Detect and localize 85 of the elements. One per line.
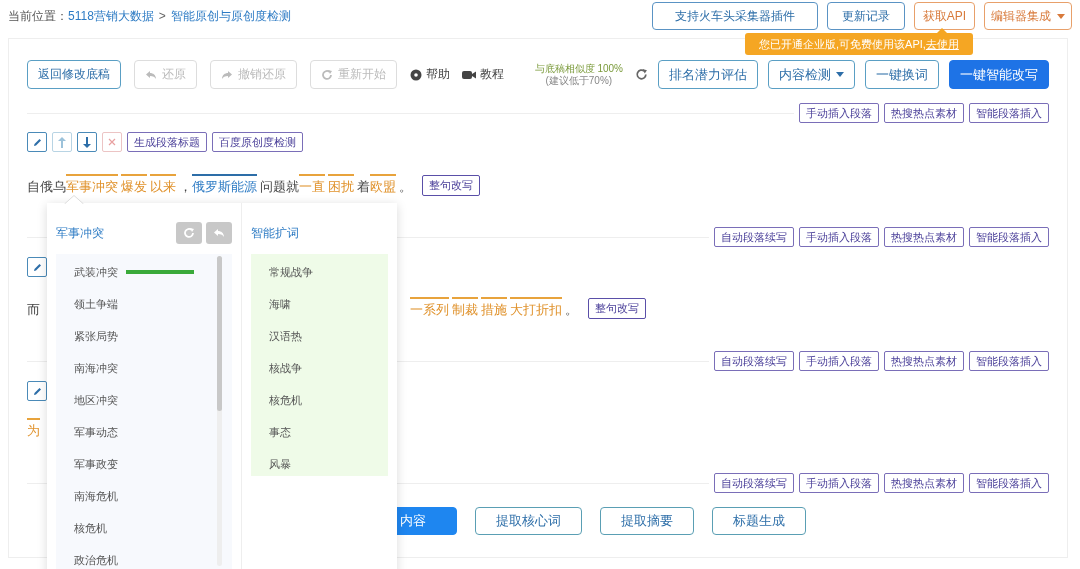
synonym-option[interactable]: 南海冲突 (74, 360, 118, 376)
close-icon (108, 138, 116, 146)
rewrite-button[interactable]: 整句改写 (588, 298, 646, 319)
arrow-up-icon (58, 136, 66, 148)
move-down-button[interactable] (77, 132, 97, 152)
paragraph-action-button[interactable]: 智能段落插入 (969, 103, 1049, 123)
scrollbar-thumb[interactable] (217, 256, 222, 411)
sentence-text: 而 (27, 301, 40, 319)
toolbar-button[interactable]: 排名潜力评估 (658, 60, 758, 89)
popup-title: 军事冲突 (56, 224, 104, 242)
expansion-option[interactable]: 海啸 (269, 296, 291, 312)
sentence-text: 。 (565, 301, 578, 319)
help-icon (410, 68, 422, 81)
undo-icon (213, 227, 225, 239)
sentence-text: 。 (399, 178, 412, 196)
sentence-text: 着 (357, 178, 370, 196)
sentence-text: ， (179, 178, 192, 196)
expansion-option[interactable]: 核战争 (269, 360, 302, 376)
video-camera-icon (462, 69, 476, 80)
expansion-option[interactable]: 汉语热 (269, 328, 302, 344)
paragraph-action-button[interactable]: 自动段落续写 (714, 351, 794, 371)
paragraph-action-button[interactable]: 智能段落插入 (969, 473, 1049, 493)
breadcrumb-link[interactable]: 智能原创与原创度检测 (170, 7, 291, 25)
synonym-option[interactable]: 紧张局势 (74, 328, 118, 344)
toolbar-button[interactable]: 返回修改底稿 (27, 60, 121, 89)
breadcrumb-separator: > (158, 9, 166, 23)
paragraph-action-button[interactable]: 手动插入段落 (799, 473, 879, 493)
synonym-option[interactable]: 武装冲突 (74, 264, 118, 280)
edit-button[interactable] (27, 132, 47, 152)
action-button[interactable]: 提取核心词 (475, 507, 582, 535)
paragraph-action-button[interactable]: 自动段落续写 (714, 473, 794, 493)
paragraph-action-button[interactable]: 手动插入段落 (799, 227, 879, 247)
paragraph-action-button[interactable]: 自动段落续写 (714, 227, 794, 247)
edit-button[interactable] (27, 381, 47, 401)
refresh-icon (183, 227, 195, 239)
synonym-option[interactable]: 地区冲突 (74, 392, 118, 408)
header-button[interactable]: 更新记录 (826, 2, 905, 30)
paragraph-action-button[interactable]: 手动插入段落 (799, 351, 879, 371)
expansion-option[interactable]: 风暴 (269, 456, 291, 472)
synonym-option[interactable]: 军事政变 (74, 456, 118, 472)
caret-icon (836, 72, 844, 77)
primary-button[interactable]: 一键智能改写 (949, 60, 1049, 89)
toolbar-button[interactable]: 一键换词 (865, 60, 939, 89)
caret-icon (1057, 13, 1065, 19)
breadcrumb-label: 当前位置： (8, 7, 68, 25)
paragraph-action-button[interactable]: 热搜热点素材 (884, 227, 964, 247)
refresh-icon[interactable] (635, 68, 648, 81)
synonym-option[interactable]: 军事动态 (74, 424, 118, 440)
synonym-option[interactable]: 领土争端 (74, 296, 118, 312)
refresh-icon (321, 68, 333, 81)
similarity-hint: (建议低于70%) (544, 74, 614, 87)
expansion-option[interactable]: 事态 (269, 424, 291, 440)
paragraph-action-button[interactable]: 智能段落插入 (969, 227, 1049, 247)
paragraph-action-button[interactable]: 热搜热点素材 (884, 473, 964, 493)
header-button[interactable]: 支持火车头采集器插件 (651, 2, 818, 30)
paragraph-action-button[interactable]: 手动插入段落 (799, 103, 879, 123)
tool-button[interactable]: 百度原创度检测 (212, 132, 303, 152)
pencil-icon (32, 137, 42, 147)
expansion-option[interactable]: 核危机 (269, 392, 302, 408)
synonym-option[interactable]: 核危机 (74, 520, 107, 536)
paragraph-action-button[interactable]: 热搜热点素材 (884, 103, 964, 123)
expansion-option[interactable]: 常规战争 (269, 264, 313, 280)
arrow-down-icon (83, 136, 91, 148)
rewrite-button[interactable]: 整句改写 (422, 175, 480, 196)
synonym-option[interactable]: 南海危机 (74, 488, 118, 504)
action-button[interactable]: 标题生成 (712, 507, 806, 535)
help-link[interactable]: 帮助 (410, 66, 450, 83)
popup-title: 智能扩词 (251, 224, 299, 242)
redo-icon (221, 68, 233, 81)
breadcrumb-link[interactable]: 5118营销大数据 (68, 7, 154, 25)
dropdown-button[interactable]: 内容检测 (768, 60, 855, 89)
pencil-icon (32, 386, 42, 396)
action-button[interactable]: 提取摘要 (600, 507, 694, 535)
tool-button[interactable]: 生成段落标题 (127, 132, 207, 152)
edit-button[interactable] (27, 257, 47, 277)
sentence-text: 问题就 (260, 178, 299, 196)
paragraph-action-button[interactable]: 热搜热点素材 (884, 351, 964, 371)
paragraph-action-button[interactable]: 智能段落插入 (969, 351, 1049, 371)
pencil-icon (32, 262, 42, 272)
help-link[interactable]: 教程 (462, 66, 504, 83)
sentence-text: 自俄乌 (27, 178, 66, 196)
similarity-text: 与底稿相似度 100% (534, 62, 623, 75)
highlighted-word[interactable]: 俄罗斯能源 (192, 174, 257, 196)
undo-icon (145, 68, 157, 81)
synonym-option[interactable]: 政治危机 (74, 552, 118, 568)
